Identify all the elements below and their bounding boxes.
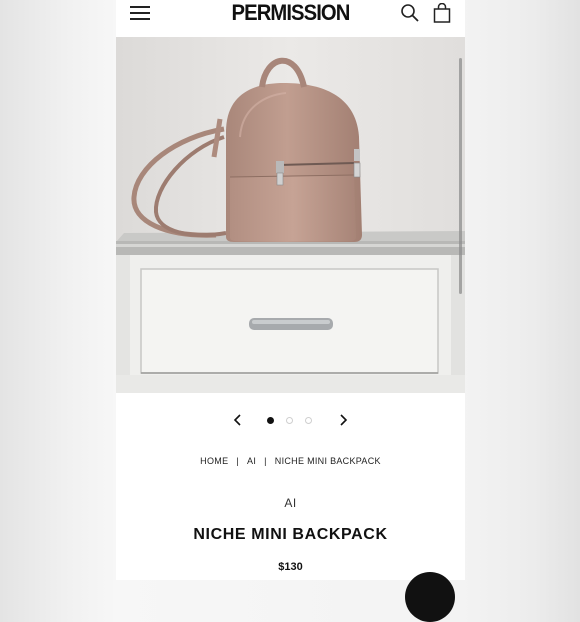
product-brand[interactable]: AI (116, 496, 465, 510)
backpack-on-drawer-photo (116, 37, 465, 393)
breadcrumb: HOME | AI | NICHE MINI BACKPACK (116, 456, 465, 466)
product-page: PERMISSION HOME | AI | NICHE MINI BACKPA… (116, 0, 465, 580)
header-bar: PERMISSION (116, 0, 465, 37)
shopping-bag-icon (433, 2, 451, 23)
search-button[interactable] (400, 3, 420, 23)
chevron-left-icon (233, 414, 241, 426)
breadcrumb-separator: | (264, 456, 267, 466)
product-price: $130 (278, 561, 303, 573)
breadcrumb-separator: | (236, 456, 240, 466)
search-icon (401, 4, 419, 22)
carousel-dot-1[interactable] (267, 417, 274, 424)
breadcrumb-home[interactable]: HOME (200, 456, 228, 466)
product-image[interactable] (116, 37, 465, 393)
breadcrumb-brand[interactable]: AI (247, 456, 256, 466)
carousel-dot-2[interactable] (286, 417, 293, 424)
carousel-next-button[interactable] (335, 412, 351, 428)
carousel-prev-button[interactable] (230, 412, 246, 428)
page-scrollbar[interactable] (459, 58, 462, 294)
product-title: NICHE MINI BACKPACK (193, 526, 388, 543)
chevron-right-icon (340, 414, 348, 426)
image-carousel-controls (116, 408, 465, 432)
cart-button[interactable] (432, 2, 452, 23)
breadcrumb-current: NICHE MINI BACKPACK (274, 456, 381, 466)
carousel-dot-3[interactable] (305, 417, 312, 424)
